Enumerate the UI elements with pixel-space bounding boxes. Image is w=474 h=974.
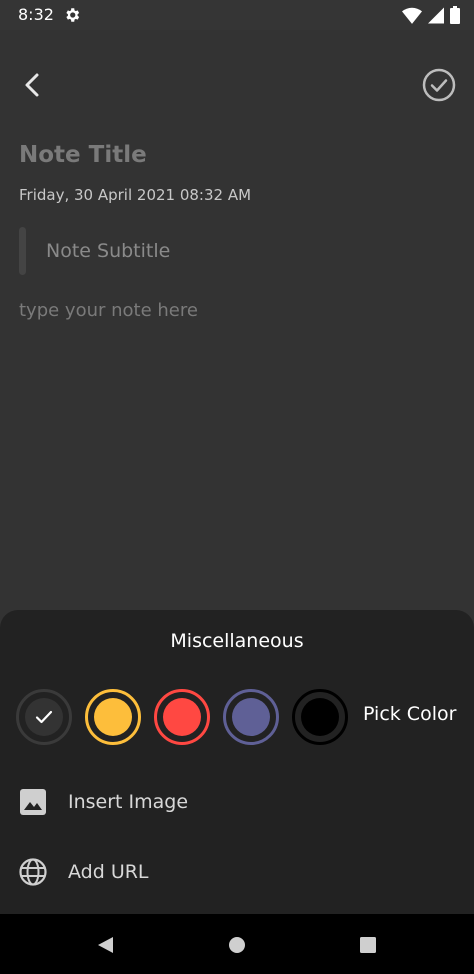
check-icon <box>35 710 53 724</box>
wifi-icon <box>402 7 422 24</box>
color-swatch-yellow[interactable] <box>85 689 141 745</box>
insert-image-label: Insert Image <box>68 791 189 813</box>
color-swatch-default[interactable] <box>16 689 72 745</box>
globe-icon <box>19 858 47 886</box>
insert-image-option[interactable]: Insert Image <box>18 782 458 822</box>
subtitle-indicator <box>19 227 26 275</box>
color-swatch-indigo[interactable] <box>223 689 279 745</box>
add-url-option[interactable]: Add URL <box>18 852 458 892</box>
color-swatch-red[interactable] <box>154 689 210 745</box>
color-picker-row: Pick Color <box>16 689 474 745</box>
miscellaneous-sheet: Miscellaneous Pick Color Insert Image Ad… <box>0 610 474 914</box>
status-time: 8:32 <box>18 5 54 24</box>
recents-square-icon[interactable] <box>358 935 378 955</box>
image-icon <box>20 789 46 815</box>
home-circle-icon[interactable] <box>227 935 247 955</box>
note-datetime: Friday, 30 April 2021 08:32 AM <box>19 186 252 204</box>
add-url-label: Add URL <box>68 861 149 883</box>
note-body-input[interactable]: type your note here <box>19 300 198 321</box>
signal-icon <box>428 7 444 23</box>
gear-icon <box>66 8 80 22</box>
battery-icon <box>450 6 460 24</box>
system-nav-bar <box>0 914 474 974</box>
color-swatch-black[interactable] <box>292 689 348 745</box>
note-title-input[interactable]: Note Title <box>19 142 147 168</box>
status-bar: 8:32 <box>0 0 474 30</box>
pick-color-button[interactable]: Pick Color <box>363 703 456 725</box>
check-circle-icon[interactable] <box>422 68 456 102</box>
back-button[interactable] <box>18 70 48 100</box>
back-triangle-icon[interactable] <box>96 935 116 955</box>
sheet-title[interactable]: Miscellaneous <box>0 630 474 652</box>
note-subtitle-input[interactable]: Note Subtitle <box>46 240 170 262</box>
